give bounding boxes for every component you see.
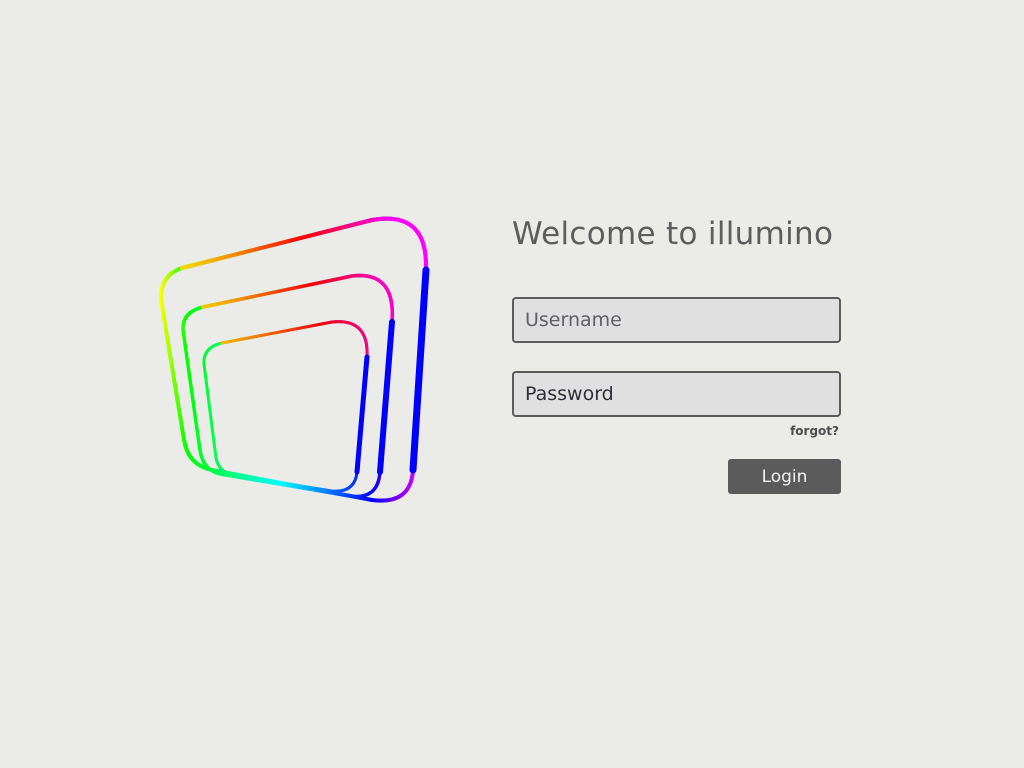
illumino-logo — [150, 205, 440, 515]
login-screen: Welcome to illumino forgot? Login — [0, 0, 1024, 768]
welcome-title: Welcome to illumino — [512, 216, 834, 252]
login-button[interactable]: Login — [728, 459, 841, 494]
forgot-password-link[interactable]: forgot? — [512, 424, 839, 438]
password-input[interactable] — [512, 371, 841, 417]
login-form: Welcome to illumino forgot? Login — [512, 214, 842, 494]
username-input[interactable] — [512, 297, 841, 343]
rainbow-nested-squares-logo-icon — [158, 216, 430, 503]
